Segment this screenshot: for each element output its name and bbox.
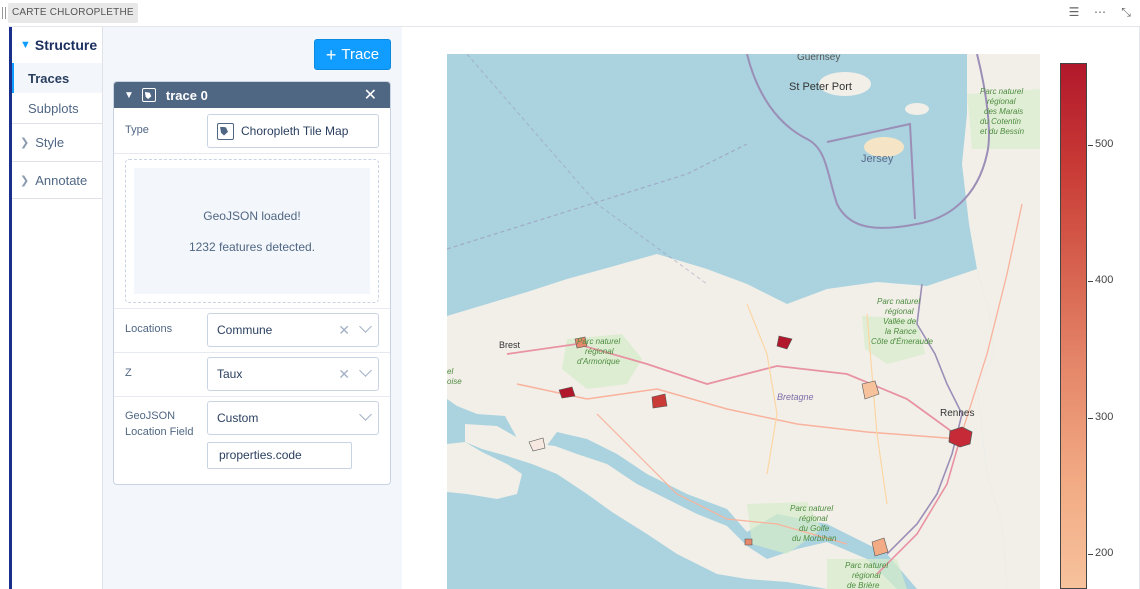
park-label: régional: [852, 571, 881, 580]
park-label: du Cotentin: [980, 117, 1021, 126]
nav-style-label: Style: [35, 135, 65, 150]
geojson-dropzone[interactable]: GeoJSON loaded! 1232 features detected.: [125, 159, 379, 303]
label-jersey: Jersey: [861, 153, 894, 165]
chevron-down-icon: [359, 408, 372, 421]
commune-h: [744, 538, 753, 546]
label-guernsey: Guernsey: [797, 54, 840, 63]
chevron-right-icon: ❯: [20, 137, 30, 149]
more-icon[interactable]: ⋯: [1094, 5, 1106, 19]
nav-item-traces[interactable]: Traces: [12, 63, 102, 93]
window-title: CARTE CHLOROPLETHE: [8, 3, 138, 23]
geojson-status: GeoJSON loaded!: [203, 209, 301, 223]
colorbar-label-400: 400: [1095, 274, 1114, 286]
park-label: et du Bessin: [980, 127, 1025, 136]
locations-label: Locations: [125, 323, 173, 335]
add-trace-button[interactable]: + Trace: [314, 39, 391, 70]
clear-icon[interactable]: ✕: [338, 366, 350, 383]
window-header: CARTE CHLOROPLETHE ☰ ⋯ ⤡: [0, 0, 1140, 26]
colorbar-tick: [1088, 418, 1093, 419]
label-bretagne: Bretagne: [777, 392, 814, 402]
type-row: Type Choropleth Tile Map: [114, 108, 390, 154]
label-st-peter-port: St Peter Port: [789, 81, 852, 93]
chevron-down-icon: [359, 364, 372, 377]
nav-style[interactable]: ❯ Style: [12, 123, 102, 161]
type-selector[interactable]: Choropleth Tile Map: [207, 114, 379, 148]
colorbar-label-300: 300: [1095, 411, 1114, 423]
park-label: Vallée de: [883, 317, 917, 326]
map-icon: [217, 122, 234, 140]
colorbar-label-500: 500: [1095, 138, 1114, 150]
nav-annotate-label: Annotate: [35, 172, 88, 188]
colorbar-label-200: 200: [1095, 547, 1114, 559]
location-field-label-1: GeoJSON: [125, 410, 176, 422]
plot-area: Guernsey St Peter Port Jersey Brest Renn…: [402, 27, 1139, 589]
filter-icon[interactable]: ☰: [1068, 5, 1080, 19]
colorbar-tick: [1088, 145, 1093, 146]
map-tiles: Guernsey St Peter Port Jersey Brest Renn…: [447, 54, 1040, 589]
park-label: d'Armorique: [577, 357, 620, 366]
trace-header[interactable]: ▼ trace 0 ✕: [114, 82, 390, 108]
park-label: du Morbihan: [792, 534, 837, 543]
z-dropdown[interactable]: Taux ✕: [207, 357, 379, 391]
clear-icon[interactable]: ✕: [338, 322, 350, 339]
location-field-row: GeoJSON Location Field Custom properties…: [114, 397, 390, 483]
choropleth-map[interactable]: Guernsey St Peter Port Jersey Brest Renn…: [447, 54, 1040, 589]
drag-handle-icon[interactable]: [2, 7, 6, 19]
park-label: Côte d'Émeraude: [871, 337, 934, 346]
expand-icon[interactable]: ⤡: [1120, 5, 1132, 19]
nav-structure-label: Structure: [34, 37, 98, 53]
park-label: Parc naturel: [877, 297, 920, 306]
z-value: Taux: [217, 367, 243, 381]
nav-item-subplots[interactable]: Subplots: [12, 93, 102, 123]
colorbar: [1060, 63, 1087, 589]
park-label: Parc naturel: [980, 87, 1023, 96]
park-label: régional: [885, 307, 914, 316]
park-label: du Golfe: [799, 524, 830, 533]
geojson-row: GeoJSON loaded! 1232 features detected.: [114, 154, 390, 309]
colorbar-tick: [1088, 554, 1093, 555]
location-field-dropdown[interactable]: Custom: [207, 401, 379, 435]
plus-icon: +: [325, 44, 337, 65]
park-label: des Marais: [984, 107, 1023, 116]
locations-value: Commune: [217, 323, 273, 337]
nav-annotate[interactable]: ❯ Annotate: [12, 161, 102, 199]
traces-panel: + Trace ▼ trace 0 ✕ Type Choropleth Tile…: [103, 27, 402, 589]
park-label: oise: [447, 377, 462, 386]
add-trace-label: Trace: [341, 46, 380, 63]
park-label: el: [447, 367, 453, 376]
park-label: Parc naturel: [790, 504, 833, 513]
trace-card: ▼ trace 0 ✕ Type Choropleth Tile Map Geo…: [113, 81, 391, 485]
chevron-down-icon: ▼: [124, 89, 134, 101]
park-label: la Rance: [885, 327, 917, 336]
park-cotentin-labels: Parc naturel régional des Marais du Cote…: [980, 87, 1025, 136]
commune-rennes: [948, 426, 973, 448]
features-detected: 1232 features detected.: [188, 240, 316, 254]
sidebar-nav: ▼ Structure Traces Subplots ❯ Style ❯ An…: [12, 27, 103, 589]
park-label: de Brière: [847, 581, 880, 589]
park-label: régional: [799, 514, 828, 523]
colorbar-tick: [1088, 281, 1093, 282]
type-label: Type: [125, 124, 149, 136]
nav-structure[interactable]: ▼ Structure: [12, 27, 102, 63]
location-field-label-2: Location Field: [125, 426, 194, 438]
chevron-right-icon: ❯: [20, 174, 30, 187]
park-label: régional: [987, 97, 1016, 106]
park-label: régional: [585, 347, 614, 356]
locations-dropdown[interactable]: Commune ✕: [207, 313, 379, 347]
park-label: Parc naturel: [845, 561, 888, 570]
z-row: Z Taux ✕: [114, 353, 390, 397]
map-icon: [141, 88, 156, 102]
locations-row: Locations Commune ✕: [114, 309, 390, 353]
chevron-down-icon: [359, 320, 372, 333]
close-icon[interactable]: ✕: [364, 85, 377, 105]
z-label: Z: [125, 367, 132, 379]
type-value: Choropleth Tile Map: [241, 124, 349, 138]
location-field-path-input[interactable]: properties.code: [207, 442, 352, 469]
chevron-down-icon: ▼: [20, 39, 31, 51]
park-label: Parc naturel: [577, 337, 620, 346]
label-rennes: Rennes: [940, 408, 974, 419]
location-field-value: Custom: [217, 411, 259, 425]
trace-title: trace 0: [165, 87, 208, 103]
label-brest: Brest: [499, 340, 521, 350]
